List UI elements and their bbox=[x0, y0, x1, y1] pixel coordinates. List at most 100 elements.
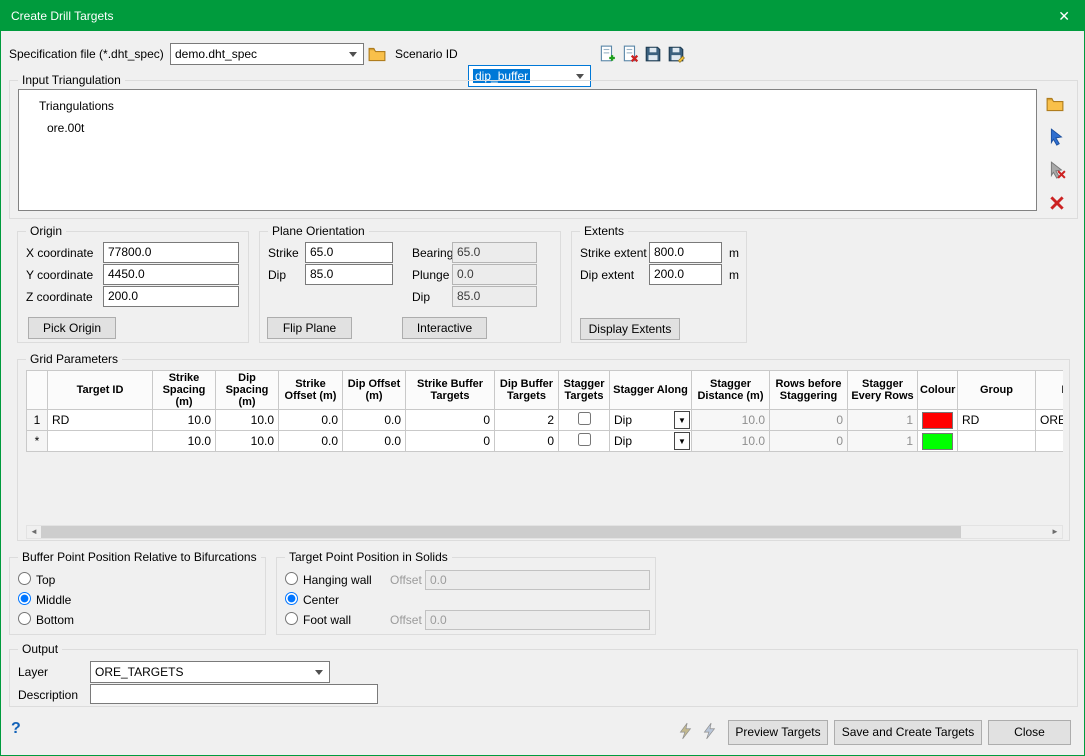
buffer-position-group: Buffer Point Position Relative to Bifurc… bbox=[9, 557, 266, 635]
colour-swatch[interactable] bbox=[922, 412, 953, 429]
dip-field[interactable]: 85.0 bbox=[305, 264, 393, 285]
grid-parameters-table: Target ID Strike Spacing (m) Dip Spacing… bbox=[26, 370, 1063, 452]
foot-offset-label: Offset bbox=[390, 613, 422, 627]
output-group: Output Layer ORE_TARGETS Description bbox=[9, 649, 1078, 707]
col-strike-spacing[interactable]: Strike Spacing (m) bbox=[153, 371, 216, 410]
titlebar[interactable]: Create Drill Targets ✕ bbox=[1, 1, 1084, 31]
remove-all-icon[interactable] bbox=[1048, 194, 1066, 212]
cell-strike-spacing[interactable]: 10.0 bbox=[153, 410, 216, 431]
cell-strike-spacing[interactable]: 10.0 bbox=[153, 431, 216, 452]
cell-group[interactable] bbox=[958, 431, 1036, 452]
row-header[interactable]: 1 bbox=[27, 410, 48, 431]
row-header[interactable]: * bbox=[27, 431, 48, 452]
col-colour[interactable]: Colour bbox=[918, 371, 958, 410]
cell-group[interactable]: RD bbox=[958, 410, 1036, 431]
radio-center[interactable] bbox=[285, 592, 298, 605]
cell-strike-offset[interactable]: 0.0 bbox=[279, 431, 343, 452]
cell-colour[interactable] bbox=[918, 431, 958, 452]
cell-dip-spacing[interactable]: 10.0 bbox=[216, 410, 279, 431]
triangulation-listbox[interactable]: Triangulations ore.00t bbox=[18, 89, 1037, 211]
z-coordinate-field[interactable]: 200.0 bbox=[103, 286, 239, 307]
radio-bottom[interactable] bbox=[18, 612, 31, 625]
description-field[interactable] bbox=[90, 684, 378, 704]
open-spec-folder-icon[interactable] bbox=[368, 45, 386, 63]
cell-dip-offset[interactable]: 0.0 bbox=[343, 410, 406, 431]
horizontal-scrollbar[interactable]: ◄ ► bbox=[26, 525, 1063, 539]
col-strike-offset[interactable]: Strike Offset (m) bbox=[279, 371, 343, 410]
scrollbar-thumb[interactable] bbox=[41, 526, 961, 538]
interactive-button[interactable]: Interactive bbox=[402, 317, 487, 339]
close-button[interactable]: Close bbox=[988, 720, 1071, 745]
close-icon[interactable]: ✕ bbox=[1054, 8, 1074, 25]
deselect-arrow-icon[interactable] bbox=[1048, 161, 1066, 179]
col-strike-buffer[interactable]: Strike Buffer Targets bbox=[406, 371, 495, 410]
cell-strike-buffer[interactable]: 0 bbox=[406, 410, 495, 431]
spec-file-combobox[interactable]: demo.dht_spec bbox=[170, 43, 364, 65]
save-as-scenario-icon[interactable] bbox=[667, 45, 685, 63]
cell-dip-buffer[interactable]: 2 bbox=[495, 410, 559, 431]
col-dip-offset[interactable]: Dip Offset (m) bbox=[343, 371, 406, 410]
col-stagger-every[interactable]: Stagger Every Rows bbox=[848, 371, 918, 410]
row-selector-header[interactable] bbox=[27, 371, 48, 410]
col-target-id[interactable]: Target ID bbox=[48, 371, 153, 410]
cell-description[interactable] bbox=[1036, 431, 1064, 452]
col-stagger-distance[interactable]: Stagger Distance (m) bbox=[692, 371, 770, 410]
col-stagger-along[interactable]: Stagger Along bbox=[610, 371, 692, 410]
y-coordinate-field[interactable]: 4450.0 bbox=[103, 264, 239, 285]
radio-top[interactable] bbox=[18, 572, 31, 585]
col-rows-before[interactable]: Rows before Staggering bbox=[770, 371, 848, 410]
tree-item-ore[interactable]: ore.00t bbox=[47, 121, 84, 135]
load-triangulation-folder-icon[interactable] bbox=[1046, 95, 1064, 113]
scroll-left-arrow[interactable]: ◄ bbox=[27, 526, 41, 538]
cell-target-id[interactable]: RD bbox=[48, 410, 153, 431]
cell-dip-buffer[interactable]: 0 bbox=[495, 431, 559, 452]
grid-parameters-group: Grid Parameters Target ID Strike Spacing… bbox=[17, 359, 1070, 541]
origin-title: Origin bbox=[26, 224, 66, 238]
flip-plane-button[interactable]: Flip Plane bbox=[267, 317, 352, 339]
col-dip-buffer[interactable]: Dip Buffer Targets bbox=[495, 371, 559, 410]
save-scenario-icon[interactable] bbox=[644, 45, 662, 63]
preview-targets-button[interactable]: Preview Targets bbox=[728, 720, 828, 745]
strike-extent-field[interactable]: 800.0 bbox=[649, 242, 722, 263]
cell-dip-offset[interactable]: 0.0 bbox=[343, 431, 406, 452]
cell-target-id[interactable] bbox=[48, 431, 153, 452]
hanging-offset-field: 0.0 bbox=[425, 570, 650, 590]
save-and-create-targets-button[interactable]: Save and Create Targets bbox=[834, 720, 982, 745]
cell-stagger-distance: 10.0 bbox=[692, 431, 770, 452]
dropdown-button[interactable]: ▼ bbox=[674, 432, 690, 450]
col-group[interactable]: Group bbox=[958, 371, 1036, 410]
cell-dip-spacing[interactable]: 10.0 bbox=[216, 431, 279, 452]
scroll-right-arrow[interactable]: ► bbox=[1048, 526, 1062, 538]
cell-strike-offset[interactable]: 0.0 bbox=[279, 410, 343, 431]
radio-hanging-wall[interactable] bbox=[285, 572, 298, 585]
colour-swatch[interactable] bbox=[922, 433, 953, 450]
display-extents-button[interactable]: Display Extents bbox=[580, 318, 680, 340]
tree-root-item[interactable]: Triangulations bbox=[39, 99, 114, 113]
col-description[interactable]: D bbox=[1036, 371, 1064, 410]
cell-description[interactable]: ORE bbox=[1036, 410, 1064, 431]
target-position-title: Target Point Position in Solids bbox=[285, 550, 452, 564]
radio-top-label: Top bbox=[36, 573, 55, 587]
strike-extent-unit: m bbox=[729, 246, 739, 260]
col-stagger-targets[interactable]: Stagger Targets bbox=[559, 371, 610, 410]
stagger-targets-checkbox[interactable] bbox=[578, 412, 591, 425]
x-coordinate-field[interactable]: 77800.0 bbox=[103, 242, 239, 263]
select-arrow-icon[interactable] bbox=[1048, 128, 1066, 146]
cell-stagger-along[interactable]: Dip▼ bbox=[610, 410, 692, 431]
layer-combobox[interactable]: ORE_TARGETS bbox=[90, 661, 330, 683]
cell-stagger-distance: 10.0 bbox=[692, 410, 770, 431]
cell-colour[interactable] bbox=[918, 410, 958, 431]
stagger-targets-checkbox[interactable] bbox=[578, 433, 591, 446]
strike-field[interactable]: 65.0 bbox=[305, 242, 393, 263]
dip-extent-field[interactable]: 200.0 bbox=[649, 264, 722, 285]
help-icon[interactable]: ? bbox=[11, 720, 21, 738]
col-dip-spacing[interactable]: Dip Spacing (m) bbox=[216, 371, 279, 410]
pick-origin-button[interactable]: Pick Origin bbox=[28, 317, 116, 339]
add-scenario-icon[interactable] bbox=[598, 45, 616, 63]
radio-foot-wall[interactable] bbox=[285, 612, 298, 625]
cell-strike-buffer[interactable]: 0 bbox=[406, 431, 495, 452]
cell-stagger-along[interactable]: Dip▼ bbox=[610, 431, 692, 452]
radio-middle[interactable] bbox=[18, 592, 31, 605]
dropdown-button[interactable]: ▼ bbox=[674, 411, 690, 429]
delete-scenario-icon[interactable] bbox=[621, 45, 639, 63]
